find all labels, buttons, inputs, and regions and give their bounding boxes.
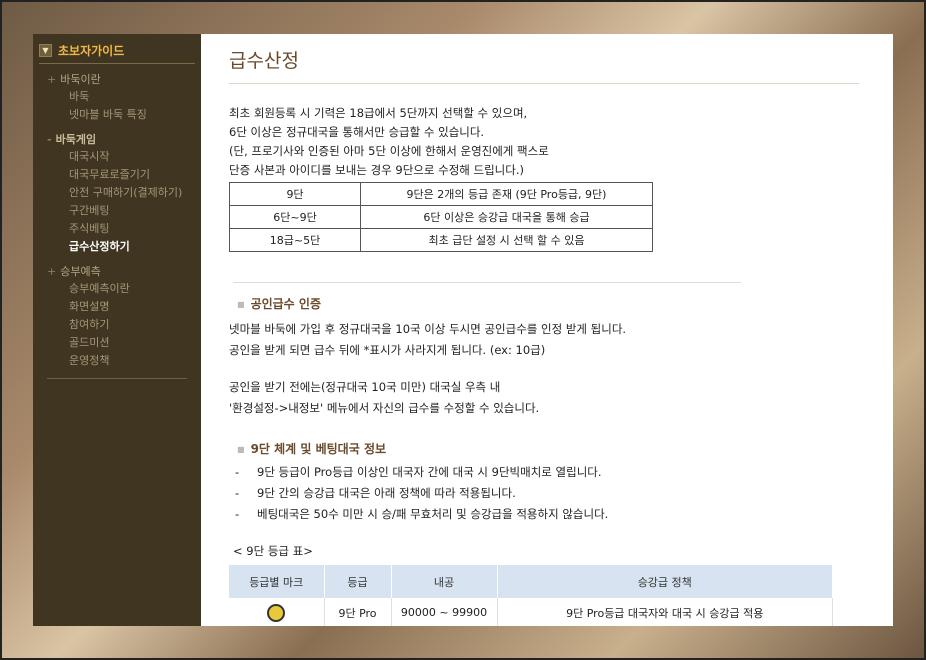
dash-bullet: -: [235, 465, 240, 479]
list-item-text: 9단 간의 승강급 대국은 아래 정책에 따라 적용됩니다.: [257, 486, 516, 500]
section-label[interactable]: 바둑이란: [60, 73, 100, 86]
table-cell: [229, 598, 325, 626]
table-row: 6단~9단 6단 이상은 승강급 대국을 통해 승급: [229, 205, 653, 229]
table-row: 9단 Pro 90000 ~ 99900 9단 Pro등급 대국자와 대국 시 …: [229, 598, 833, 626]
intro-line: 6단 이상은 정규대국을 통해서만 승급할 수 있습니다.: [229, 125, 485, 139]
sidebar-item[interactable]: 승부예측이란: [33, 280, 201, 298]
intro-line: 최초 회원등록 시 기력은 18급에서 5단까지 선택할 수 있으며,: [229, 106, 528, 120]
main-content: 급수산정 최초 회원등록 시 기력은 18급에서 5단까지 선택할 수 있으며,…: [201, 34, 893, 626]
sidebar-item[interactable]: 구간베팅: [33, 202, 201, 220]
table-caption: < 9단 등급 표>: [233, 544, 313, 558]
sidebar-item[interactable]: 바둑: [33, 88, 201, 106]
sidebar: ▼ 초보자가이드 + 바둑이란 바둑 넷마블 바둑 특징 - 바둑게임 대국시작 대…: [33, 34, 201, 626]
sidebar-item[interactable]: 대국시작: [33, 148, 201, 166]
sidebar-section-game: - 바둑게임 대국시작 대국무료로즐기기 안전 구매하기(결제하기) 구간베팅 주…: [33, 132, 201, 256]
intro-line: 단증 사본과 아이디를 보내는 경우 9단으로 수정해 드립니다.): [229, 163, 524, 177]
cert-text: 넷마블 바둑에 가입 후 정규대국을 10국 이상 두시면 공인급수를 인정 받…: [229, 320, 893, 418]
list-item: - 베팅대국은 50수 미만 시 승/패 무효처리 및 승강급을 적용하지 않습니…: [229, 504, 893, 525]
table-cell: 90000 ~ 99900: [391, 598, 498, 626]
cert-line: 공인을 받게 되면 급수 뒤에 *표시가 사라지게 됩니다. (ex: 10급): [229, 343, 546, 357]
list-item-text: 베팅대국은 50수 미만 시 승/패 무효처리 및 승강급을 적용하지 않습니다…: [257, 507, 609, 521]
grade-table: 9단 9단은 2개의 등급 존재 (9단 Pro등급, 9단) 6단~9단 6단…: [229, 182, 653, 252]
table-cell: 9단: [229, 182, 361, 206]
sidebar-header[interactable]: ▼ 초보자가이드: [39, 40, 195, 64]
dash-bullet: -: [235, 486, 240, 500]
sidebar-header-label[interactable]: 초보자가이드: [58, 42, 124, 59]
sidebar-item-active[interactable]: 급수산정하기: [33, 238, 201, 256]
table-cell: 18급~5단: [229, 228, 361, 252]
minus-icon: -: [47, 133, 52, 146]
table-cell: 최초 급단 설정 시 선택 할 수 있음: [360, 228, 653, 252]
column-header: 등급: [324, 565, 392, 598]
list-item: - 9단 등급이 Pro등급 이상인 대국자 간에 대국 시 9단빅매치로 열립니…: [229, 462, 893, 483]
cert-line: '환경설정->내정보' 메뉴에서 자신의 급수를 수정할 수 있습니다.: [229, 401, 540, 415]
sidebar-item[interactable]: 대국무료로즐기기: [33, 166, 201, 184]
intro-line: (단, 프로기사와 인증된 아마 5단 이상에 한해서 운영진에게 팩스로: [229, 144, 549, 158]
column-header: 승강급 정책: [497, 565, 833, 598]
table-header-row: 등급별 마크 등급 내공 승강급 정책: [229, 565, 833, 598]
table-row: 9단 9단은 2개의 등급 존재 (9단 Pro등급, 9단): [229, 182, 653, 206]
nine-list: - 9단 등급이 Pro등급 이상인 대국자 간에 대국 시 9단빅매치로 열립니…: [229, 462, 893, 525]
column-header: 내공: [391, 565, 498, 598]
title-divider: [229, 83, 859, 84]
cert-line: 공인을 받기 전에는(정규대국 10국 미만) 대국실 우측 내: [229, 380, 501, 394]
chevron-down-icon[interactable]: ▼: [39, 44, 52, 57]
section-divider: [233, 282, 741, 283]
column-header: 등급별 마크: [229, 565, 325, 598]
section-heading-label: 공인급수 인증: [250, 297, 321, 311]
section-heading-label: 9단 체계 및 베팅대국 정보: [250, 442, 387, 456]
nine-dan-table: 등급별 마크 등급 내공 승강급 정책 9단 Pro 90000 ~ 99900…: [229, 565, 833, 626]
sidebar-item[interactable]: 넷마블 바둑 특징: [33, 106, 201, 124]
section-heading: ■ 공인급수 인증: [229, 295, 893, 312]
window: ▼ 초보자가이드 + 바둑이란 바둑 넷마블 바둑 특징 - 바둑게임 대국시작 대…: [33, 34, 893, 626]
sidebar-section-baduk: + 바둑이란 바둑 넷마블 바둑 특징: [33, 72, 201, 124]
sidebar-item[interactable]: 골드미션: [33, 334, 201, 352]
list-item: - 9단 간의 승강급 대국은 아래 정책에 따라 적용됩니다.: [229, 483, 893, 504]
sidebar-section-predict: + 승부예측 승부예측이란 화면설명 참여하기 골드미션 운영정책: [33, 264, 201, 370]
plus-icon: +: [47, 265, 57, 278]
sidebar-section-title[interactable]: - 바둑게임: [33, 132, 201, 148]
sidebar-item[interactable]: 주식베팅: [33, 220, 201, 238]
table-cell: 9단은 2개의 등급 존재 (9단 Pro등급, 9단): [360, 182, 653, 206]
grade-mark-icon: [267, 603, 286, 622]
section-label[interactable]: 승부예측: [60, 265, 100, 278]
table-cell: 6단 이상은 승강급 대국을 통해 승급: [360, 205, 653, 229]
sidebar-item[interactable]: 참여하기: [33, 316, 201, 334]
square-bullet-icon: ■: [237, 300, 245, 309]
sidebar-section-title[interactable]: + 승부예측: [33, 264, 201, 280]
table-cell: 6단~9단: [229, 205, 361, 229]
table-cell: 9단 Pro: [324, 598, 392, 626]
table-row: 18급~5단 최초 급단 설정 시 선택 할 수 있음: [229, 228, 653, 252]
list-item-text: 9단 등급이 Pro등급 이상인 대국자 간에 대국 시 9단빅매치로 열립니다…: [257, 465, 602, 479]
sidebar-item[interactable]: 안전 구매하기(결제하기): [33, 184, 201, 202]
cert-line: 넷마블 바둑에 가입 후 정규대국을 10국 이상 두시면 공인급수를 인정 받…: [229, 322, 627, 336]
dash-bullet: -: [235, 507, 240, 521]
sidebar-divider: [47, 378, 187, 379]
table-cell: 9단 Pro등급 대국자와 대국 시 승강급 적용: [497, 598, 833, 626]
section-label[interactable]: 바둑게임: [56, 133, 96, 146]
square-bullet-icon: ■: [237, 445, 245, 454]
sidebar-section-title[interactable]: + 바둑이란: [33, 72, 201, 88]
sidebar-item[interactable]: 운영정책: [33, 352, 201, 370]
section-heading: ■ 9단 체계 및 베팅대국 정보: [229, 440, 893, 457]
sidebar-item[interactable]: 화면설명: [33, 298, 201, 316]
page-title: 급수산정: [229, 50, 299, 72]
intro-text: 최초 회원등록 시 기력은 18급에서 5단까지 선택할 수 있으며, 6단 이…: [229, 104, 893, 180]
plus-icon: +: [47, 73, 57, 86]
